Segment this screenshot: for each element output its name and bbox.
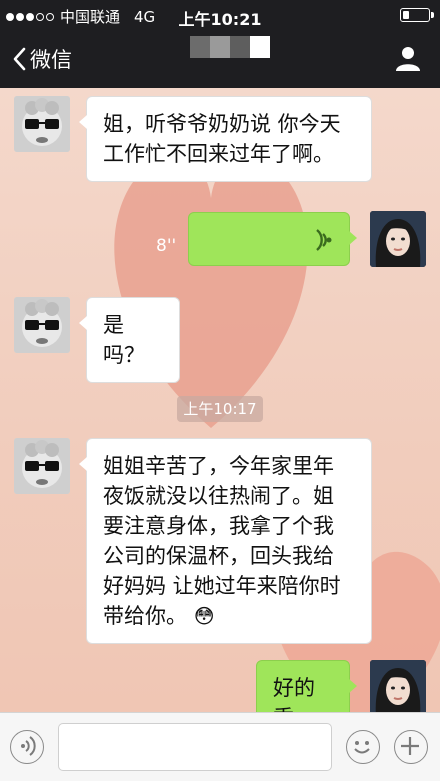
message-line: 夜饭就没以往热闹了。姐 xyxy=(103,484,334,508)
contact-avatar[interactable] xyxy=(14,96,70,152)
message-text: 好的乖 xyxy=(273,676,315,712)
message-line: 要注意身体，我拿了个我 xyxy=(103,514,334,538)
chat-area[interactable]: 姐，听爷爷奶奶说 你今天 工作忙不回来过年了啊。 8'' 是吗？ 上午10:17… xyxy=(0,88,440,712)
nav-bar: 微信 xyxy=(0,30,440,88)
contact-avatar[interactable] xyxy=(14,438,70,494)
status-time: 上午10:21 xyxy=(178,10,262,29)
back-button[interactable]: 微信 xyxy=(12,44,72,74)
voice-toggle-button[interactable] xyxy=(10,730,44,764)
battery-level-fill xyxy=(403,11,409,19)
message-text: 是吗？ xyxy=(103,313,145,367)
message-line: 姐，听爷爷奶奶说 你今天 xyxy=(103,112,341,136)
chevron-left-icon xyxy=(13,47,26,71)
back-label: 微信 xyxy=(30,48,72,72)
person-icon[interactable] xyxy=(394,44,422,72)
battery-icon xyxy=(400,8,434,22)
emoji-button[interactable] xyxy=(346,730,380,764)
status-bar: 中国联通 4G 上午10:21 xyxy=(0,0,440,30)
voice-icon xyxy=(21,736,37,757)
my-avatar[interactable] xyxy=(370,211,426,267)
message-line: 姐姐辛苦了，今年家里年 xyxy=(103,454,334,478)
message-line-text: 带给你。 xyxy=(103,604,187,628)
voice-duration: 8'' xyxy=(156,236,177,256)
message-input[interactable] xyxy=(58,723,332,771)
add-more-button[interactable] xyxy=(394,730,428,764)
message-line: 工作忙不回来过年了啊。 xyxy=(103,142,334,166)
message-line: 带给你。 😳 xyxy=(103,601,355,631)
my-avatar[interactable] xyxy=(370,660,426,712)
contact-avatar[interactable] xyxy=(14,297,70,353)
plus-icon xyxy=(401,737,420,756)
flushed-emoji: 😳 xyxy=(193,604,215,628)
smile-icon xyxy=(354,741,371,754)
input-bar xyxy=(0,712,440,781)
message-bubble-received[interactable]: 姐，听爷爷奶奶说 你今天 工作忙不回来过年了啊。 xyxy=(79,96,372,182)
message-line: 公司的保温杯，回头我给 xyxy=(103,544,334,568)
message-bubble-received[interactable]: 姐姐辛苦了，今年家里年 夜饭就没以往热闹了。姐 要注意身体，我拿了个我 公司的保… xyxy=(79,438,372,644)
voice-message-bubble[interactable] xyxy=(188,212,357,266)
contact-name-redacted xyxy=(190,36,270,58)
message-bubble-sent[interactable]: 好的乖 xyxy=(256,660,357,712)
message-line: 好妈妈 让她过年来陪你时 xyxy=(103,574,341,598)
time-divider: 上午10:17 xyxy=(177,396,263,422)
voice-wave-icon xyxy=(316,229,332,251)
message-bubble-received[interactable]: 是吗？ xyxy=(79,297,180,383)
